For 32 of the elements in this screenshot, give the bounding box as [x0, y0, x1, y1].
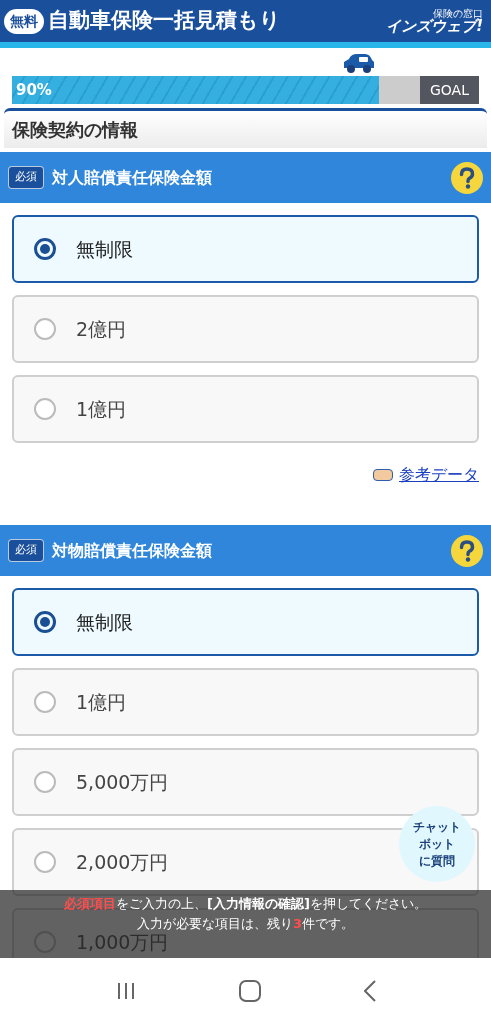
radio-option[interactable]: 1億円 [12, 375, 479, 443]
radio-icon [34, 771, 56, 793]
help-icon[interactable] [451, 534, 483, 567]
logo[interactable]: 保険の窓口 インズウェブ! [386, 8, 487, 34]
radio-icon [34, 398, 56, 420]
radio-option[interactable]: 1億円 [12, 668, 479, 736]
radio-option[interactable]: 無制限 [12, 588, 479, 656]
question-title: 対物賠償責任保険金額 [52, 539, 212, 562]
progress-percent: 90% [15, 79, 52, 101]
radio-icon [34, 318, 56, 340]
recent-apps-icon[interactable] [115, 982, 136, 1000]
radio-option[interactable]: 2億円 [12, 295, 479, 363]
help-icon[interactable] [451, 161, 483, 194]
notice-text: 入力が必要な項目は、残り 3件です。 [136, 915, 354, 933]
required-badge: 必須 [8, 539, 44, 562]
home-icon[interactable] [238, 980, 261, 1002]
question-title: 対人賠償責任保険金額 [52, 166, 212, 189]
radio-option[interactable]: 5,000万円 [12, 748, 479, 816]
radio-icon [34, 611, 56, 633]
car-icon [343, 54, 376, 74]
section-title: 保険契約の情報 [4, 108, 487, 148]
radio-icon [34, 238, 56, 260]
radio-icon [34, 851, 56, 873]
notice-text: 必須項目 をご入力の上、[入力情報の確認]を押してください。 [64, 895, 427, 913]
radio-icon [34, 691, 56, 713]
goal-label: GOAL [420, 76, 479, 104]
free-badge: 無料 [4, 8, 44, 34]
back-icon[interactable] [363, 980, 376, 1002]
radio-option[interactable]: 無制限 [12, 215, 479, 283]
reference-data-link[interactable]: 参考データ [399, 463, 479, 487]
required-badge: 必須 [8, 166, 44, 189]
page-title: 自動車保険一括見積もり [48, 7, 281, 35]
